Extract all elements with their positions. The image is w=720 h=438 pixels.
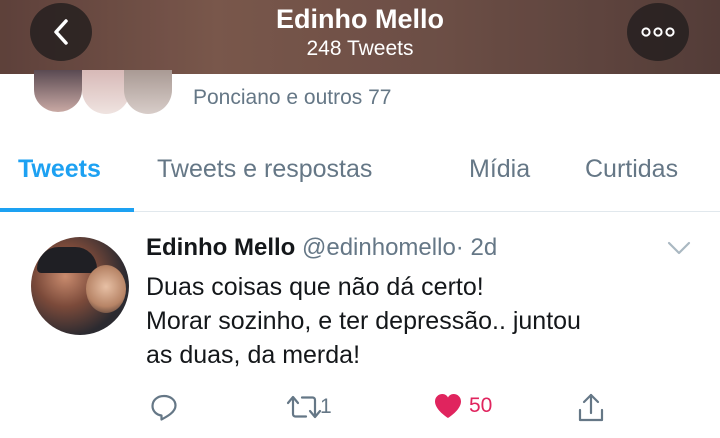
follower-avatar xyxy=(82,70,130,114)
followers-you-know-text: Ponciano e outros 77 xyxy=(193,86,392,109)
profile-tabs: Tweets Tweets e respostas Mídia Curtidas xyxy=(0,150,720,212)
avatar-photo-detail xyxy=(37,247,97,273)
tweet-separator: · xyxy=(455,234,464,261)
tweet-timestamp[interactable]: 2d xyxy=(470,234,497,261)
profile-header: Edinho Mello 248 Tweets xyxy=(0,0,720,74)
followers-you-know[interactable]: Ponciano e outros 77 xyxy=(0,70,720,122)
tab-tweets-e-respostas[interactable]: Tweets e respostas xyxy=(157,155,372,184)
reply-icon xyxy=(151,394,177,421)
follower-avatar xyxy=(34,70,82,114)
share-icon xyxy=(578,393,604,422)
tweet-body: Duas coisas que não dá certo! Morar sozi… xyxy=(146,270,706,372)
retweet-button[interactable]: 1 xyxy=(284,392,332,422)
more-horizontal-icon xyxy=(641,27,675,37)
follower-avatar xyxy=(124,70,172,114)
tweet-header: Edinho Mello @edinhomello· 2d xyxy=(146,234,497,262)
like-button[interactable]: 50 xyxy=(433,392,492,420)
chevron-down-icon[interactable] xyxy=(665,238,693,258)
reply-button[interactable] xyxy=(149,392,183,422)
tab-tweets[interactable]: Tweets xyxy=(18,155,101,184)
heart-icon xyxy=(435,394,461,418)
tweet-author-avatar[interactable] xyxy=(31,237,129,335)
more-options-button[interactable] xyxy=(627,3,689,61)
profile-name-title: Edinho Mello xyxy=(276,4,444,34)
tweet-count: 248 Tweets xyxy=(306,37,414,60)
retweet-count: 1 xyxy=(320,395,332,418)
tweet-line: Duas coisas que não dá certo! xyxy=(146,273,484,301)
retweet-icon xyxy=(286,395,322,419)
like-count: 50 xyxy=(469,394,493,417)
tweet-line: Morar sozinho, e ter depressão.. juntou xyxy=(146,307,581,335)
tweet-author-handle[interactable]: @edinhomello xyxy=(302,234,456,261)
tab-curtidas[interactable]: Curtidas xyxy=(585,155,678,184)
avatar-photo-detail xyxy=(86,265,126,313)
tweet-actions: 1 50 xyxy=(0,392,720,432)
share-button[interactable] xyxy=(576,392,606,424)
tweet-author-name[interactable]: Edinho Mello xyxy=(146,234,295,261)
tab-midia[interactable]: Mídia xyxy=(469,155,530,184)
active-tab-indicator xyxy=(0,208,134,212)
tweet-line: as duas, da merda! xyxy=(146,341,361,369)
follower-avatars xyxy=(34,70,174,114)
